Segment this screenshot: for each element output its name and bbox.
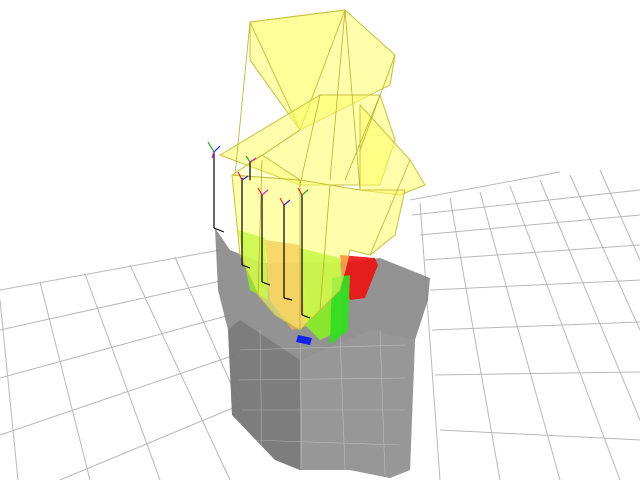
scene-canvas[interactable] — [0, 0, 640, 480]
3d-viewport[interactable] — [0, 0, 640, 480]
